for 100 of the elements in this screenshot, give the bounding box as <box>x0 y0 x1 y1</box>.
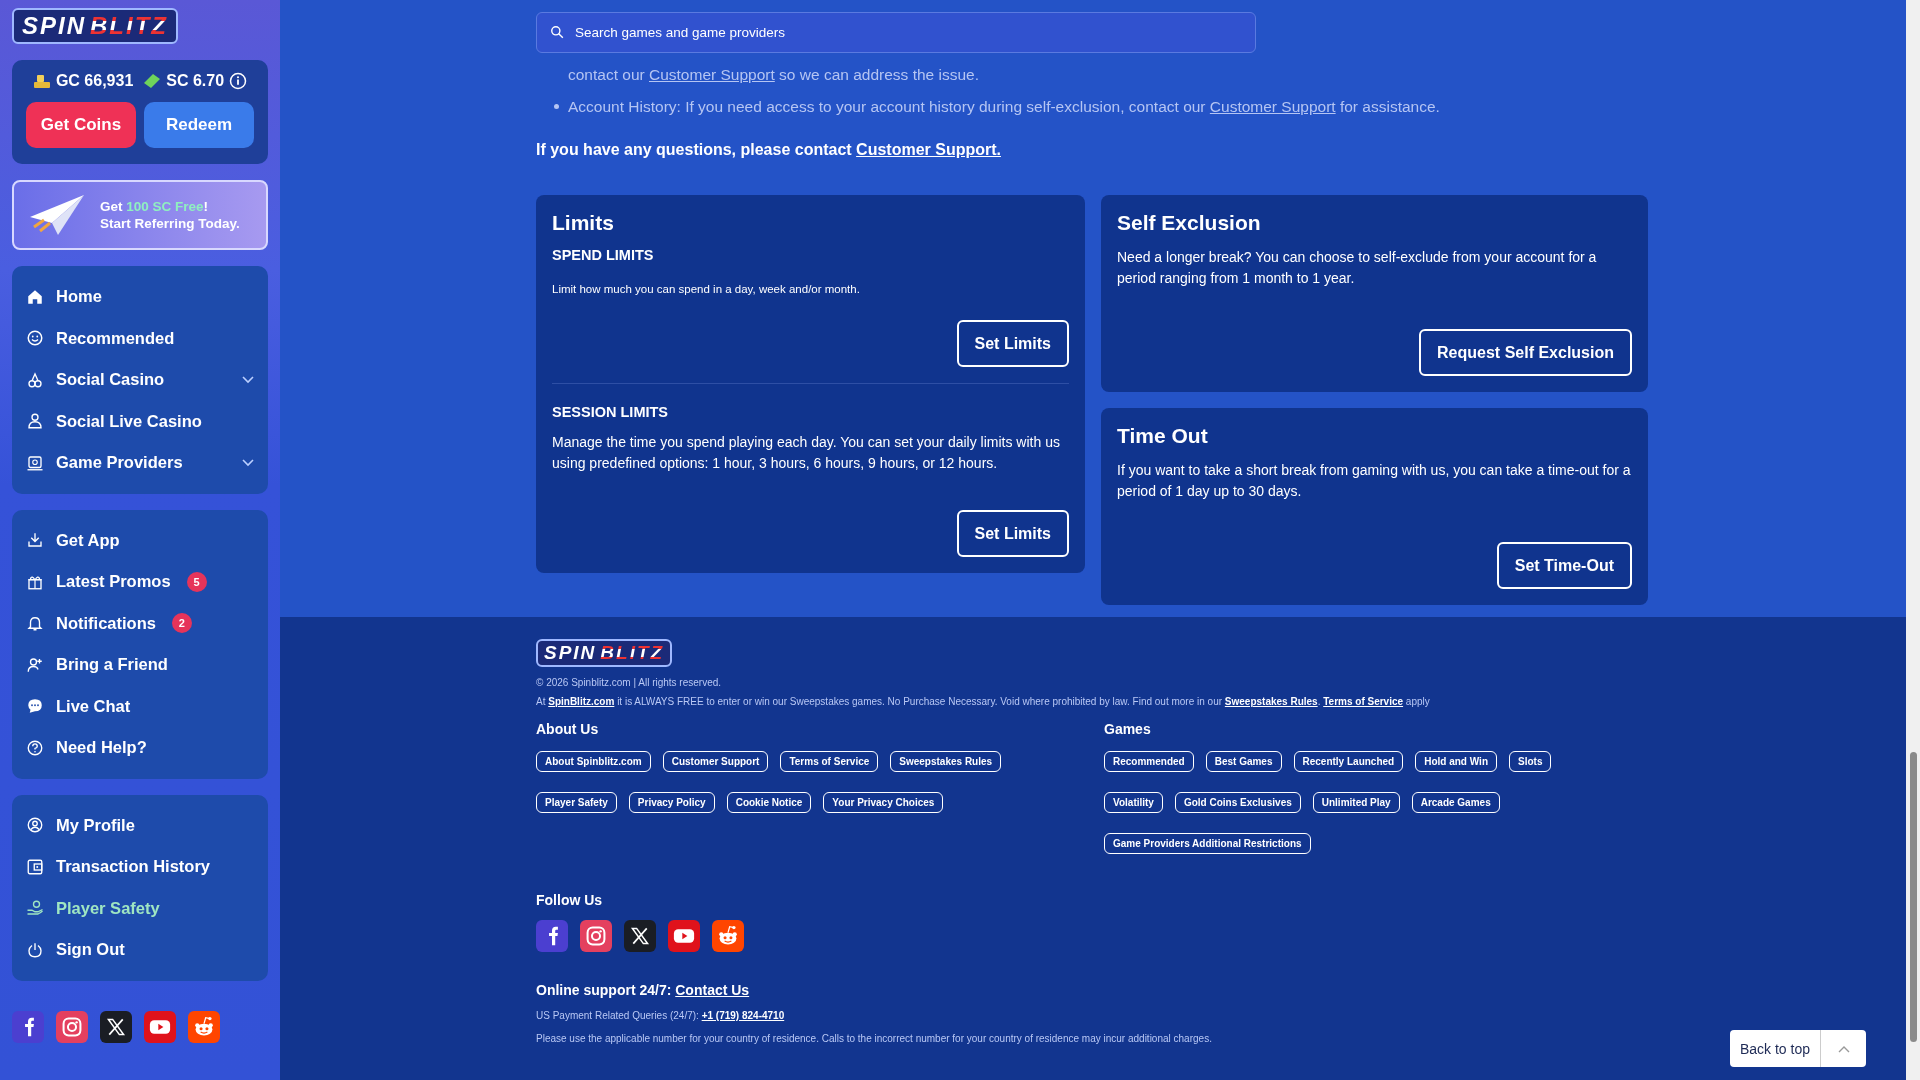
section-heading: SPEND LIMITS <box>552 247 655 263</box>
footer-heading: About Us <box>536 721 600 737</box>
logo[interactable]: SPIN BLITZ <box>12 8 178 44</box>
nav-item[interactable]: Sign Out <box>26 929 254 971</box>
facebook-icon[interactable] <box>536 920 568 952</box>
sc-balance: SC 6.70 <box>166 72 225 90</box>
card-text: Limit how much you can spend in a day, week and/or month. <box>552 282 861 297</box>
nav-item[interactable]: Transaction History <box>26 846 254 888</box>
footer-link[interactable]: Your Privacy Choices <box>823 792 944 813</box>
nav-item[interactable]: Notifications 2 <box>26 602 254 644</box>
link[interactable]: Contact Us <box>675 982 750 998</box>
referral-text: Get 100 SC Free! Start Referring Today. <box>100 198 240 232</box>
footer-heading: Follow Us <box>536 892 604 908</box>
chevron-icon[interactable] <box>242 458 254 467</box>
nav-item[interactable]: Bring a Friend <box>26 644 254 686</box>
disclaimer-text: At SpinBlitz.com it is ALWAYS FREE to enter or win our Sweepstakes games. No Purchase Necessary. Void where prohibited by law. Find out more in our Sweepstakes Rules. Terms of Service apply <box>536 696 1431 707</box>
youtube-icon[interactable] <box>144 1010 176 1043</box>
footer-link[interactable]: Recently Launched <box>1293 751 1404 772</box>
card-text: If you want to take a short break from gaming with us, you can take a time-out for a period of 1 day up to 30 days. <box>1117 461 1632 501</box>
footer-link[interactable]: Sweepstakes Rules <box>890 751 1002 772</box>
search-field[interactable]: Search games and game providers <box>536 12 1256 53</box>
footer-link[interactable]: Customer Support <box>662 751 769 772</box>
x-logo-icon[interactable] <box>100 1010 132 1043</box>
footer-link[interactable]: Player Safety <box>536 792 617 813</box>
footer-link[interactable]: Privacy Policy <box>628 792 715 813</box>
notice-text: Please use the applicable number for your country of residence. Calls to the incorrect number for your country of residence may incur additional charges. <box>536 1033 1213 1044</box>
bell-icon <box>26 614 44 633</box>
redeem-button[interactable]: Redeem <box>144 102 254 148</box>
download-icon <box>26 531 44 550</box>
count-badge: 2 <box>171 613 192 634</box>
footer-link[interactable]: Unlimited Play <box>1312 792 1400 813</box>
help-icon <box>26 738 44 757</box>
gc-balance: GC 66,931 <box>55 72 134 90</box>
power-icon <box>26 940 44 959</box>
paragraph: contact our Customer Support so we can address the issue. <box>568 65 980 85</box>
safety-icon <box>26 899 44 918</box>
nav-item[interactable]: Social Casino <box>26 359 254 401</box>
paragraph: Account History: If you need access to your account history during self-exclusion, contact our Customer Support for assistance. <box>554 97 1648 117</box>
footer-link[interactable]: Cookie Notice <box>726 792 812 813</box>
reddit-icon[interactable] <box>712 920 744 952</box>
link[interactable]: Customer Support. <box>856 141 1001 158</box>
back-to-top-button[interactable]: Back to top <box>1729 1030 1820 1067</box>
chevron-up-icon <box>1837 1044 1850 1053</box>
instagram-icon[interactable] <box>56 1010 88 1043</box>
facebook-icon[interactable] <box>12 1010 44 1043</box>
link[interactable]: Customer Support <box>649 66 775 83</box>
footer-link[interactable]: Slots <box>1509 751 1552 772</box>
footer-link[interactable]: Recommended <box>1104 751 1194 772</box>
card-text: Manage the time you spend playing each day. You can set your daily limits with us using predefined options: 1 hour, 3 hours, 6 hours, 9 hours, or 12 hours. <box>552 433 1061 473</box>
link[interactable]: SpinBlitz.com <box>548 696 615 707</box>
footer-link[interactable]: Hold and Win <box>1415 751 1497 772</box>
footer-link[interactable]: Volatility <box>1104 792 1163 813</box>
nav-item[interactable]: Social Live Casino <box>26 400 254 442</box>
nav-item[interactable]: Need Help? <box>26 727 254 769</box>
footer-link[interactable]: Terms of Service <box>780 751 879 772</box>
action-button[interactable]: Set Time-Out <box>1496 542 1632 589</box>
nav-item[interactable]: Game Providers <box>26 442 254 484</box>
card-text: Need a longer break? You can choose to self-exclude from your account for a period ranging from 1 month to 1 year. <box>1117 248 1598 288</box>
nav-item[interactable]: Player Safety <box>26 887 254 929</box>
support-text: Online support 24/7: Contact Us <box>536 982 751 998</box>
nav-item[interactable]: My Profile <box>26 804 254 846</box>
link[interactable]: Customer Support <box>1209 98 1336 115</box>
nav-item[interactable]: Home <box>26 276 254 318</box>
payment-text: US Payment Related Queries (24/7): +1 (719) 824-4710 <box>536 1010 786 1021</box>
youtube-icon[interactable] <box>668 920 700 952</box>
x-logo-icon[interactable] <box>624 920 656 952</box>
logo[interactable]: SPIN BLITZ <box>536 639 673 667</box>
action-button[interactable]: Request Self Exclusion <box>1419 329 1632 376</box>
set-limits-button[interactable]: Set Limits <box>956 320 1069 367</box>
footer-link[interactable]: Arcade Games <box>1411 792 1500 813</box>
scrollbar[interactable] <box>1906 0 1920 1080</box>
nav-item[interactable]: Live Chat <box>26 685 254 727</box>
friend-icon <box>26 655 44 674</box>
link[interactable]: Sweepstakes Rules <box>1224 696 1318 707</box>
card-title: Time Out <box>1117 424 1209 448</box>
coin-stack-icon <box>32 73 51 89</box>
smile-icon <box>26 329 44 348</box>
reddit-icon[interactable] <box>188 1010 220 1043</box>
chat-icon <box>26 697 44 716</box>
footer-link[interactable]: Gold Coins Exclusives <box>1174 792 1301 813</box>
wallet-icon <box>26 857 44 876</box>
nav-item[interactable]: Get App <box>26 519 254 561</box>
copyright-text: © 2026 Spinblitz.com | All rights reserved. <box>536 677 723 688</box>
cash-icon <box>143 73 162 89</box>
nav-item[interactable]: Recommended <box>26 317 254 359</box>
cherries-icon <box>26 370 44 389</box>
link[interactable]: Terms of Service <box>1323 696 1404 707</box>
footer-link[interactable]: About Spinblitz.com <box>536 751 651 772</box>
get-coins-button[interactable]: Get Coins <box>26 102 136 148</box>
info-icon[interactable] <box>229 72 248 90</box>
instagram-icon[interactable] <box>580 920 612 952</box>
set-limits-button[interactable]: Set Limits <box>956 510 1069 557</box>
link[interactable]: +1 (719) 824-4710 <box>701 1010 785 1021</box>
footer-link[interactable]: Best Games <box>1205 751 1282 772</box>
chevron-icon[interactable] <box>242 375 254 384</box>
footer-link[interactable]: Game Providers Additional Restrictions <box>1104 833 1311 854</box>
section-heading: SESSION LIMITS <box>552 404 669 420</box>
nav-item[interactable]: Latest Promos 5 <box>26 561 254 603</box>
paper-plane-icon <box>28 193 86 237</box>
card-title: Limits <box>552 211 615 235</box>
